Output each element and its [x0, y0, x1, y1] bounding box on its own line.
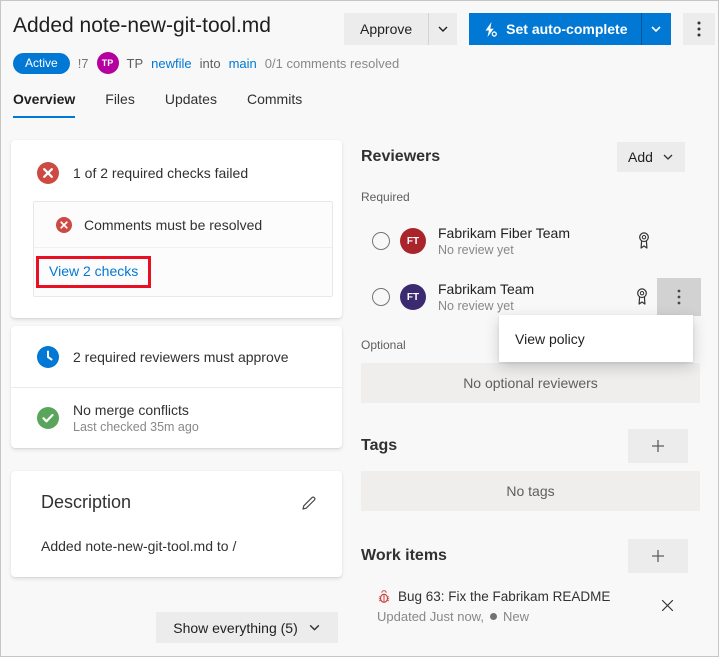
remove-work-item-button[interactable] — [657, 595, 677, 615]
add-label: Add — [628, 149, 653, 165]
add-work-item-button[interactable] — [628, 539, 688, 573]
approve-button[interactable]: Approve — [344, 13, 429, 45]
required-label: Required — [361, 190, 410, 204]
tab-bar: Overview Files Updates Commits — [13, 91, 302, 118]
work-items-heading: Work items — [361, 547, 447, 564]
source-branch-link[interactable]: newfile — [151, 56, 191, 71]
menu-item-view-policy[interactable]: View policy — [515, 331, 585, 347]
show-everything-button[interactable]: Show everything (5) — [156, 612, 338, 643]
reviewers-heading: Reviewers — [361, 148, 441, 165]
reviewer-row: FT Fabrikam Team No review yet — [361, 278, 701, 316]
conflict-indicator: !7 — [77, 55, 89, 71]
reviewers-section-header: Reviewers Add — [361, 141, 701, 173]
status-badge: Active — [13, 52, 70, 74]
work-item-row: Bug 63: Fix the Fabrikam README Updated … — [361, 589, 701, 633]
reviewer-context-menu: View policy — [499, 315, 693, 362]
required-reviewer-ribbon-icon — [637, 288, 647, 305]
right-panel: Reviewers Add Required FT Fabrikam Fiber… — [361, 141, 701, 641]
work-items-section-header: Work items — [361, 539, 701, 573]
view-checks-link[interactable]: View 2 checks — [49, 263, 138, 279]
merge-status-text: No merge conflicts — [73, 401, 189, 418]
annotation-highlight-box: View 2 checks — [36, 256, 152, 288]
vertical-ellipsis-icon — [677, 289, 681, 305]
reviewer-status: No review yet — [438, 243, 514, 257]
bug-icon — [378, 589, 390, 603]
show-everything-label: Show everything (5) — [173, 619, 298, 636]
auto-complete-dropdown-button[interactable] — [640, 13, 671, 45]
tab-commits[interactable]: Commits — [247, 91, 302, 118]
chevron-down-icon — [663, 154, 673, 160]
set-auto-complete-label: Set auto-complete — [506, 21, 628, 37]
vertical-ellipsis-icon — [697, 21, 701, 37]
chevron-down-icon — [309, 624, 320, 631]
checks-summary: 1 of 2 required checks failed — [73, 165, 249, 181]
more-options-button[interactable] — [682, 13, 715, 45]
required-reviewer-ribbon-icon — [639, 232, 649, 249]
auto-complete-button-group: Set auto-complete — [469, 13, 671, 45]
reviewer-vote-radio[interactable] — [372, 288, 390, 306]
author-avatar: TP — [96, 52, 119, 74]
into-label: into — [199, 55, 221, 71]
add-reviewer-button[interactable]: Add — [617, 142, 685, 172]
approve-button-group: Approve — [344, 13, 458, 45]
header-actions: Approve Set auto-complete — [344, 13, 715, 45]
error-circle-icon — [56, 216, 72, 233]
check-circle-icon — [37, 406, 59, 429]
auto-complete-bolt-icon — [485, 21, 498, 37]
reviewer-avatar: FT — [400, 228, 426, 254]
plus-icon — [652, 550, 664, 562]
tab-updates[interactable]: Updates — [165, 91, 217, 118]
edit-pencil-icon[interactable] — [300, 494, 318, 512]
error-circle-icon — [37, 162, 59, 184]
reviewer-more-options-button[interactable] — [657, 278, 701, 316]
pull-request-page: Added note-new-git-tool.md Approve Set a… — [0, 0, 719, 657]
optional-label: Optional — [361, 338, 406, 352]
work-item-updated-text: Updated Just now, — [377, 609, 484, 624]
page-title: Added note-new-git-tool.md — [13, 14, 271, 37]
reviewer-name: Fabrikam Fiber Team — [438, 225, 571, 241]
plus-icon — [652, 440, 664, 452]
reviewer-row: FT Fabrikam Fiber Team No review yet — [361, 222, 701, 260]
reviewers-rule-text: 2 required reviewers must approve — [73, 348, 289, 365]
reviewer-vote-radio[interactable] — [372, 232, 390, 250]
no-tags-bar: No tags — [361, 471, 700, 511]
no-optional-reviewers-bar: No optional reviewers — [361, 363, 700, 403]
checks-card: 1 of 2 required checks failed Comments m… — [11, 140, 342, 318]
tags-section-header: Tags — [361, 429, 701, 463]
tab-overview[interactable]: Overview — [13, 91, 76, 118]
reviewer-avatar: FT — [400, 284, 426, 310]
description-card: Description Added note-new-git-tool.md t… — [11, 471, 342, 577]
approve-dropdown-button[interactable] — [428, 13, 458, 45]
author-name: TP — [126, 55, 144, 71]
clock-icon — [37, 345, 59, 368]
merge-last-checked: Last checked 35m ago — [73, 419, 199, 434]
tags-heading: Tags — [361, 437, 398, 454]
description-heading: Description — [41, 492, 132, 512]
status-row: Active !7 TP TP newfile into main 0/1 co… — [13, 51, 399, 75]
set-auto-complete-button[interactable]: Set auto-complete — [469, 13, 641, 45]
failed-check-detail: Comments must be resolved — [84, 216, 263, 233]
reviewer-status: No review yet — [438, 299, 514, 313]
work-item-state-dot — [489, 613, 497, 620]
description-body: Added note-new-git-tool.md to / — [41, 538, 237, 554]
chevron-down-icon — [438, 26, 448, 32]
add-tag-button[interactable] — [628, 429, 688, 463]
requirements-card: 2 required reviewers must approve No mer… — [11, 326, 342, 448]
close-icon — [661, 599, 673, 611]
reviewer-name: Fabrikam Team — [438, 281, 535, 297]
tab-files[interactable]: Files — [105, 91, 135, 118]
work-item-state-label: New — [502, 609, 529, 624]
comments-resolved-status: 0/1 comments resolved — [264, 55, 400, 71]
chevron-down-icon — [651, 26, 661, 33]
target-branch-link[interactable]: main — [229, 56, 257, 71]
failed-check-box: Comments must be resolved View 2 checks — [33, 201, 333, 297]
work-item-title-link[interactable]: Bug 63: Fix the Fabrikam README — [398, 589, 610, 604]
